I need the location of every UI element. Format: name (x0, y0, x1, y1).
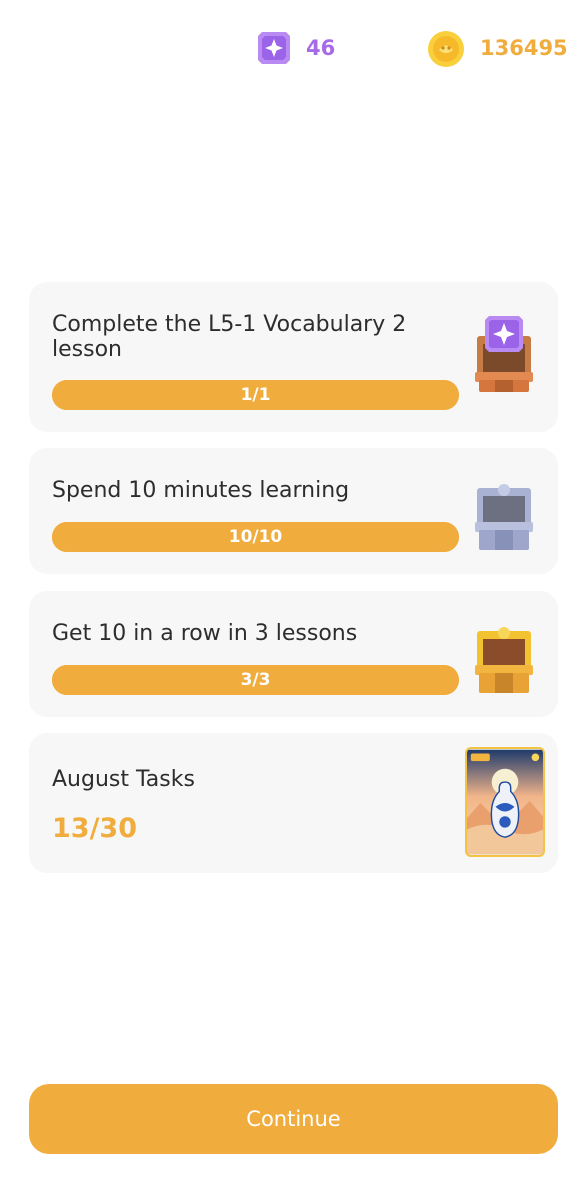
monthly-progress: 13/30 (52, 813, 138, 844)
task-card: Get 10 in a row in 3 lessons 3/3 (29, 591, 558, 717)
monthly-title: August Tasks (52, 767, 195, 792)
progress-text: 3/3 (240, 670, 271, 690)
porcelain-vase-card-icon (465, 747, 545, 857)
monthly-task-card[interactable]: August Tasks 13/30 (29, 733, 558, 873)
progress-text: 1/1 (240, 385, 271, 405)
task-progress-bar: 10/10 (52, 522, 459, 552)
task-title: Get 10 in a row in 3 lessons (52, 621, 358, 646)
gold-chest-icon (475, 627, 533, 693)
purple-gem-icon (258, 32, 290, 64)
task-progress-bar: 1/1 (52, 380, 459, 410)
task-progress-bar: 3/3 (52, 665, 459, 695)
purple-gem-chest-icon (475, 316, 533, 392)
progress-text: 10/10 (228, 527, 283, 547)
currency-bar: 46 136495 (0, 26, 587, 74)
coin-count: 136495 (480, 36, 568, 60)
continue-button[interactable]: Continue (29, 1084, 558, 1154)
gem-count: 46 (306, 36, 336, 60)
silver-chest-icon (475, 484, 533, 550)
daily-tasks-screen: 46 136495 Complete the L5-1 Vocabulary 2… (0, 0, 587, 1200)
task-title: Complete the L5-1 Vocabulary 2 lesson (52, 312, 407, 362)
gold-coin-icon (428, 31, 464, 67)
task-card: Complete the L5-1 Vocabulary 2 lesson 1/… (29, 282, 558, 432)
task-card: Spend 10 minutes learning 10/10 (29, 448, 558, 574)
task-title: Spend 10 minutes learning (52, 478, 350, 503)
